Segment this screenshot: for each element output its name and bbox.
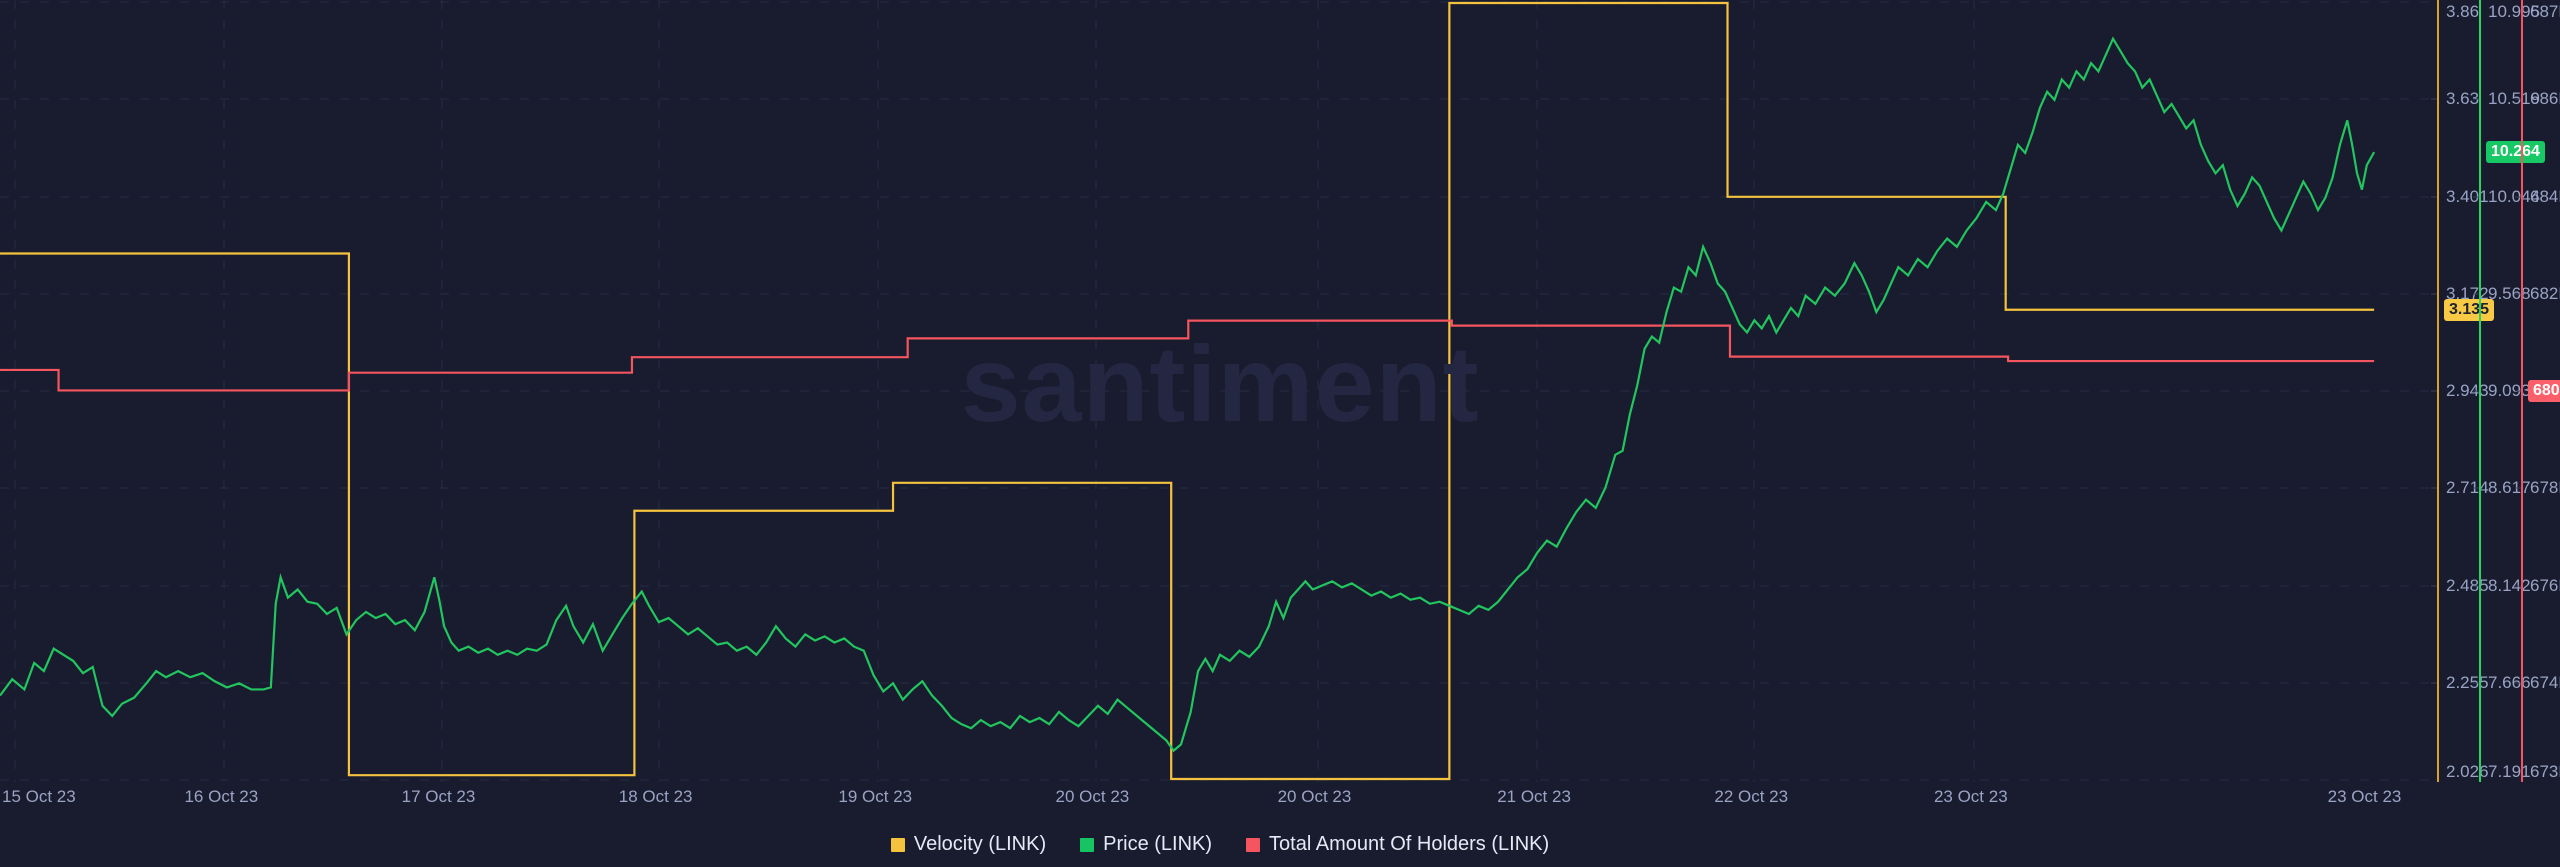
- legend-label: Price (LINK): [1103, 833, 1213, 855]
- x-axis-tick: 17 Oct 23: [401, 787, 476, 806]
- x-axis-tick: 21 Oct 23: [1497, 787, 1571, 806]
- x-axis-tick: 18 Oct 23: [618, 787, 693, 806]
- y-axis-tickmark: [2515, 390, 2521, 392]
- legend-swatch-icon: [1080, 837, 1095, 852]
- chart-screenshot: santiment 15 Oct 23 16 Oct 23 17 Oct 23 18 …: [0, 0, 2560, 867]
- y-axis-tick-holders: 678K: [2530, 478, 2560, 498]
- y-axis-tickmark: [2431, 487, 2437, 489]
- y-axis-holders[interactable]: 687K686K684K682K680K678K676K674K673K680K: [2515, 0, 2560, 782]
- y-axis-tickmark: [2473, 487, 2479, 489]
- legend-item[interactable]: Price (LINK): [1080, 833, 1212, 856]
- legend-label: Total Amount Of Holders (LINK): [1269, 833, 1550, 855]
- legend-item[interactable]: Velocity (LINK): [890, 833, 1047, 856]
- y-axis-tickmark: [2473, 98, 2479, 100]
- plot-area[interactable]: [0, 0, 2440, 782]
- chart-legend: Velocity (LINK) Price (LINK) Total Amount …: [0, 822, 2440, 867]
- y-axis-tickmark: [2515, 682, 2521, 684]
- series-line-price: [0, 36, 2376, 753]
- y-axis-velocity-spine: [2437, 0, 2439, 782]
- y-axis-tickmark: [2515, 585, 2521, 586]
- y-axis-tickmark: [2431, 196, 2437, 197]
- x-axis-tick: 16 Oct 23: [184, 787, 259, 806]
- series-line-holders: [0, 319, 2375, 392]
- y-axis-tickmark: [2431, 390, 2437, 392]
- y-axis-tickmark: [2473, 390, 2479, 392]
- x-axis-tick: 22 Oct 23: [1714, 787, 1789, 806]
- y-axis-tick-holders: 684K: [2530, 186, 2560, 206]
- x-axis-tick: 19 Oct 23: [838, 787, 913, 806]
- x-axis-tick: 15 Oct 23: [2, 787, 76, 806]
- y-axis-tick-holders: 682K: [2530, 283, 2560, 303]
- y-axis-tickmark: [2431, 98, 2437, 100]
- y-axis-tickmark: [2473, 293, 2479, 295]
- y-axis-tickmark: [2431, 293, 2437, 295]
- current-value-badge-holders: 680K: [2528, 380, 2560, 402]
- y-axis-tickmark: [2473, 196, 2479, 197]
- y-axis-holders-spine: [2521, 0, 2523, 782]
- y-axis-tickmark: [2431, 682, 2437, 684]
- legend-swatch-icon: [1246, 837, 1261, 852]
- chart-svg: [0, 0, 2440, 782]
- y-axis-tick-velocity: 3.86: [2446, 2, 2480, 21]
- y-axis-tick-holders: 687K: [2530, 2, 2560, 21]
- legend-swatch-icon: [890, 837, 905, 852]
- y-axis-tickmark: [2473, 682, 2479, 684]
- x-axis-tick: 23 Oct 23: [1933, 787, 2008, 806]
- y-axis-tick-holders: 673K: [2530, 762, 2560, 781]
- y-axis-tick-holders: 674K: [2530, 672, 2560, 692]
- y-axis-tick-holders: 686K: [2530, 89, 2560, 109]
- y-axis-tickmark: [2473, 585, 2479, 586]
- x-axis-tick: 20 Oct 23: [1055, 787, 1130, 806]
- legend-item[interactable]: Total Amount Of Holders (LINK): [1246, 833, 1549, 856]
- x-axis: 15 Oct 23 16 Oct 23 17 Oct 23 18 Oct 23 19 O…: [0, 782, 2440, 816]
- y-axis-tickmark: [2515, 487, 2521, 489]
- y-axis-tick-holders: 676K: [2530, 575, 2560, 595]
- legend-label: Velocity (LINK): [913, 833, 1047, 855]
- y-axis-tickmark: [2431, 585, 2437, 586]
- grid-lines: [0, 0, 2440, 782]
- y-axis-tickmark: [2515, 98, 2521, 100]
- y-axis-tickmark: [2515, 196, 2521, 197]
- y-axis-price-spine: [2479, 0, 2481, 782]
- x-axis-tick: 23 Oct 23: [2327, 787, 2402, 806]
- y-axis-tickmark: [2515, 293, 2521, 295]
- x-axis-tick: 20 Oct 23: [1277, 787, 1352, 806]
